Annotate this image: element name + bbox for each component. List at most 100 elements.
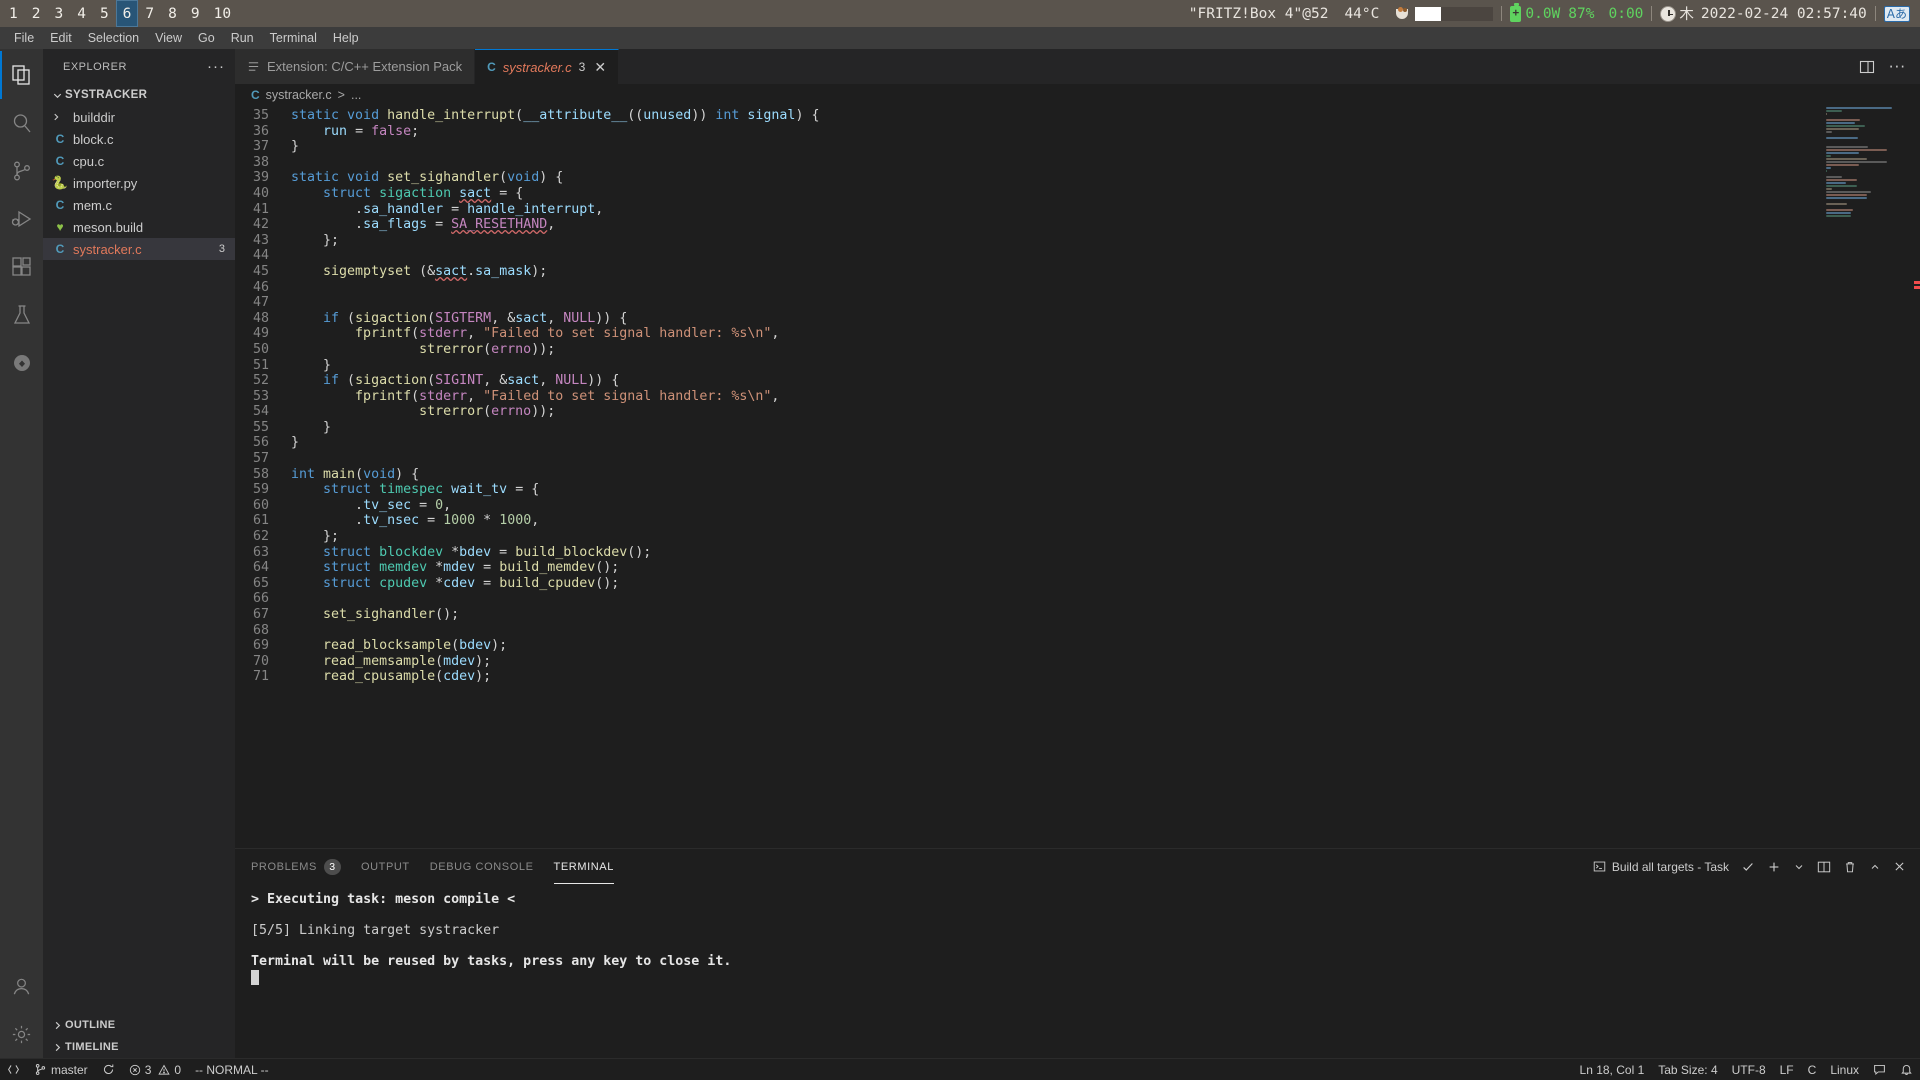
menu-view[interactable]: View bbox=[147, 29, 190, 47]
code-line[interactable]: }; bbox=[281, 233, 1820, 249]
sidebar-item-search[interactable] bbox=[0, 99, 43, 147]
menu-terminal[interactable]: Terminal bbox=[262, 29, 325, 47]
code-line[interactable]: fprintf(stderr, "Failed to set signal ha… bbox=[281, 326, 1820, 342]
status-bar-left[interactable]: master 3 0 -- NORMAL -- bbox=[0, 1059, 276, 1080]
workspace-3[interactable]: 3 bbox=[47, 0, 70, 27]
branch-indicator[interactable]: master bbox=[27, 1059, 95, 1080]
menu-edit[interactable]: Edit bbox=[42, 29, 80, 47]
file-tree-item-mem-c[interactable]: Cmem.c bbox=[43, 194, 235, 216]
sidebar-item-source-control[interactable] bbox=[0, 147, 43, 195]
file-tree-item-cpu-c[interactable]: Ccpu.c bbox=[43, 150, 235, 172]
panel-tab-output[interactable]: OUTPUT bbox=[361, 849, 410, 884]
file-tree-item-meson-build[interactable]: ♥ meson.build bbox=[43, 216, 235, 238]
sidebar-section-timeline[interactable]: TIMELINE bbox=[43, 1036, 235, 1058]
workspace-8[interactable]: 8 bbox=[161, 0, 184, 27]
code-line[interactable]: run = false; bbox=[281, 124, 1820, 140]
volume-widget[interactable] bbox=[1387, 0, 1501, 27]
code-line[interactable] bbox=[281, 295, 1820, 311]
file-tree-item-builddir[interactable]: builddir bbox=[43, 106, 235, 128]
panel-actions[interactable]: Build all targets - Task bbox=[1593, 860, 1920, 874]
code-line[interactable]: } bbox=[281, 420, 1820, 436]
tree-root-folder[interactable]: SYSTRACKER bbox=[43, 84, 235, 106]
code-line[interactable]: } bbox=[281, 435, 1820, 451]
menu-selection[interactable]: Selection bbox=[80, 29, 147, 47]
code-line[interactable]: struct sigaction sact = { bbox=[281, 186, 1820, 202]
panel-tab-terminal[interactable]: TERMINAL bbox=[554, 849, 614, 884]
editor-tab-systracker-c[interactable]: Csystracker.c 3 ✕ bbox=[475, 49, 620, 84]
platform[interactable]: Linux bbox=[1823, 1059, 1866, 1080]
workspace-6[interactable]: 6 bbox=[115, 0, 139, 27]
code-line[interactable]: struct memdev *mdev = build_memdev(); bbox=[281, 560, 1820, 576]
code-line[interactable] bbox=[281, 155, 1820, 171]
code-line[interactable]: struct cpudev *cdev = build_cpudev(); bbox=[281, 576, 1820, 592]
code-line[interactable] bbox=[281, 451, 1820, 467]
notifications-bell-icon[interactable] bbox=[1893, 1059, 1920, 1080]
code-line[interactable]: strerror(errno)); bbox=[281, 404, 1820, 420]
code-line[interactable]: .sa_flags = SA_RESETHAND, bbox=[281, 217, 1820, 233]
sidebar-item-run-and-debug[interactable] bbox=[0, 195, 43, 243]
code-line[interactable]: } bbox=[281, 358, 1820, 374]
more-actions-icon[interactable]: ··· bbox=[207, 58, 225, 75]
trash-icon[interactable] bbox=[1843, 860, 1857, 874]
problems-indicator[interactable]: 3 0 bbox=[122, 1059, 188, 1080]
panel-tab-debug-console[interactable]: DEBUG CONSOLE bbox=[430, 849, 534, 884]
code-line[interactable]: read_blocksample(bdev); bbox=[281, 638, 1820, 654]
code-line[interactable] bbox=[281, 591, 1820, 607]
code-line[interactable]: .tv_sec = 0, bbox=[281, 498, 1820, 514]
close-icon[interactable]: ✕ bbox=[594, 60, 606, 74]
split-icon[interactable] bbox=[1817, 860, 1831, 874]
file-tree-item-importer-py[interactable]: 🐍 importer.py bbox=[43, 172, 235, 194]
close-icon[interactable] bbox=[1893, 860, 1906, 873]
workspace-7[interactable]: 7 bbox=[138, 0, 161, 27]
sidebar-item-remote-explorer[interactable] bbox=[0, 339, 43, 387]
code-line[interactable]: int main(void) { bbox=[281, 467, 1820, 483]
status-bar[interactable]: master 3 0 -- NORMAL -- Ln 18, Col 1 Tab… bbox=[0, 1058, 1920, 1080]
chevron-down-icon[interactable] bbox=[1793, 861, 1805, 873]
editor-tab-extension-c-c-extension-pack[interactable]: Extension: C/C++ Extension Pack bbox=[235, 49, 476, 84]
terminal-output[interactable]: > Executing task: meson compile < [5/5] … bbox=[235, 884, 1920, 1058]
file-tree-item-block-c[interactable]: Cblock.c bbox=[43, 128, 235, 150]
eol[interactable]: LF bbox=[1773, 1059, 1801, 1080]
breadcrumb-file[interactable]: systracker.c bbox=[266, 88, 332, 102]
add-icon[interactable] bbox=[1767, 860, 1781, 874]
tab-size[interactable]: Tab Size: 4 bbox=[1651, 1059, 1724, 1080]
code-line[interactable]: }; bbox=[281, 529, 1820, 545]
file-tree-item-systracker-c[interactable]: Csystracker.c 3 bbox=[43, 238, 235, 260]
code-line[interactable]: struct timespec wait_tv = { bbox=[281, 482, 1820, 498]
menu-help[interactable]: Help bbox=[325, 29, 367, 47]
code-line[interactable]: struct blockdev *bdev = build_blockdev()… bbox=[281, 545, 1820, 561]
sync-icon[interactable] bbox=[95, 1059, 122, 1080]
sidebar-item-testing[interactable] bbox=[0, 291, 43, 339]
editor-toolbar[interactable]: ··· bbox=[1845, 49, 1920, 84]
code-line[interactable]: static void handle_interrupt(__attribute… bbox=[281, 108, 1820, 124]
vim-mode-indicator[interactable]: -- NORMAL -- bbox=[188, 1059, 276, 1080]
active-task-chip[interactable]: Build all targets - Task bbox=[1593, 860, 1729, 874]
code-line[interactable] bbox=[281, 248, 1820, 264]
workspace-list[interactable]: 1 2 3 4 5 6 7 8 9 10 bbox=[2, 0, 238, 27]
ime-indicator[interactable]: Aあ bbox=[1876, 0, 1918, 27]
code-line[interactable]: .sa_handler = handle_interrupt, bbox=[281, 202, 1820, 218]
status-bar-right[interactable]: Ln 18, Col 1 Tab Size: 4 UTF-8 LF C Linu… bbox=[1573, 1059, 1920, 1080]
code-line[interactable]: static void set_sighandler(void) { bbox=[281, 170, 1820, 186]
more-actions-icon[interactable]: ··· bbox=[1889, 59, 1906, 74]
minimap[interactable] bbox=[1820, 106, 1920, 848]
menu-go[interactable]: Go bbox=[190, 29, 223, 47]
sidebar-sections[interactable]: OUTLINE TIMELINE bbox=[43, 1014, 235, 1058]
code-line[interactable]: .tv_nsec = 1000 * 1000, bbox=[281, 513, 1820, 529]
code-line[interactable]: strerror(errno)); bbox=[281, 342, 1820, 358]
menu-bar[interactable]: File Edit Selection View Go Run Terminal Help bbox=[0, 27, 1920, 49]
code-line[interactable]: sigemptyset (&sact.sa_mask); bbox=[281, 264, 1820, 280]
sidebar-section-outline[interactable]: OUTLINE bbox=[43, 1014, 235, 1036]
menu-run[interactable]: Run bbox=[223, 29, 262, 47]
code-line[interactable] bbox=[281, 623, 1820, 639]
file-tree[interactable]: builddir Cblock.c Ccpu.c 🐍 importer.py Cmem.c… bbox=[43, 106, 235, 260]
cursor-position[interactable]: Ln 18, Col 1 bbox=[1573, 1059, 1652, 1080]
breadcrumb-rest[interactable]: ... bbox=[351, 88, 361, 102]
editor-tabs[interactable]: Extension: C/C++ Extension Pack Csystrack… bbox=[235, 49, 1920, 84]
workspace-5[interactable]: 5 bbox=[93, 0, 116, 27]
workspace-10[interactable]: 10 bbox=[207, 0, 238, 27]
code-line[interactable]: if (sigaction(SIGINT, &sact, NULL)) { bbox=[281, 373, 1820, 389]
code-lines[interactable]: static void handle_interrupt(__attribute… bbox=[281, 108, 1820, 848]
workspace-2[interactable]: 2 bbox=[25, 0, 48, 27]
gear-icon[interactable] bbox=[0, 1010, 43, 1058]
